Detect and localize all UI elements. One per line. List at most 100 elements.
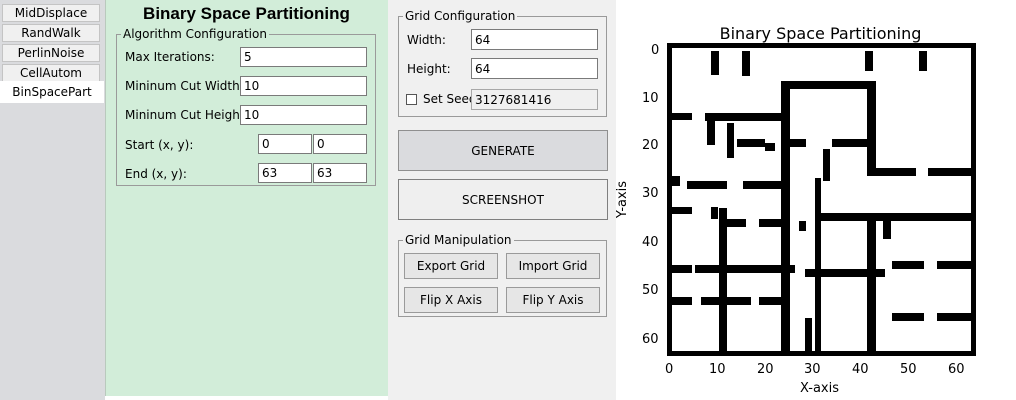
start-x-value: 0 [262, 137, 270, 151]
wall [737, 139, 765, 147]
flip-y-label: Flip Y Axis [522, 293, 584, 307]
wall [719, 219, 746, 227]
wall [742, 51, 750, 76]
min-cut-height-value: 10 [244, 108, 260, 122]
screenshot-button[interactable]: SCREENSHOT [398, 179, 608, 220]
wall [919, 51, 927, 71]
min-cut-width-input[interactable]: 10 [240, 76, 367, 96]
y-tick-label: 20 [642, 138, 659, 153]
wall [867, 81, 876, 176]
tab-label: PerlinNoise [17, 46, 85, 60]
wall [781, 81, 790, 356]
generate-button[interactable]: GENERATE [398, 130, 608, 171]
wall-border-bottom [667, 351, 976, 356]
flip-y-button[interactable]: Flip Y Axis [506, 287, 600, 313]
end-y-input[interactable]: 63 [313, 163, 367, 183]
tab-label: BinSpacePart [12, 85, 92, 99]
grid-config-label: Grid Configuration [403, 9, 518, 23]
flip-x-button[interactable]: Flip X Axis [404, 287, 498, 313]
wall [815, 178, 821, 356]
tab-middisplace[interactable]: MidDisplace [2, 4, 100, 22]
wall [805, 269, 885, 277]
x-tick-label: 10 [709, 362, 726, 377]
y-tick-label: 60 [642, 332, 659, 347]
set-seed-checkbox[interactable] [406, 94, 417, 105]
seed-value: 3127681416 [475, 92, 552, 107]
wall [743, 181, 781, 189]
tab-label: RandWalk [21, 26, 81, 40]
export-grid-label: Export Grid [416, 259, 486, 273]
wall [759, 219, 781, 227]
height-label: Height: [407, 62, 451, 76]
wall [937, 313, 971, 321]
y-tick-label: 40 [642, 235, 659, 250]
flip-x-label: Flip X Axis [420, 293, 482, 307]
set-seed-label: Set Seed [423, 92, 477, 106]
wall-border-top [667, 43, 976, 48]
y-axis-label: Y-axis [615, 180, 631, 219]
wall [719, 208, 727, 356]
wall [823, 149, 830, 181]
start-y-value: 0 [317, 137, 325, 151]
grid-height-input[interactable]: 64 [471, 58, 598, 79]
algorithm-config-label: Algorithm Configuration [121, 27, 269, 41]
min-cut-height-label: Mininum Cut Height: [125, 108, 249, 122]
wall [672, 176, 680, 186]
grid-manipulation-label: Grid Manipulation [403, 233, 514, 247]
tab-cellautom[interactable]: CellAutom [2, 64, 100, 82]
wall [727, 123, 734, 158]
grid-background [667, 43, 976, 356]
y-tick-label: 10 [642, 91, 659, 106]
y-tick-label: 30 [642, 186, 659, 201]
panel-bottom-strip [105, 396, 388, 400]
wall [672, 113, 692, 120]
x-axis-label: X-axis [800, 381, 839, 396]
import-grid-button[interactable]: Import Grid [506, 253, 600, 279]
wall [672, 297, 692, 305]
x-tick-label: 60 [948, 362, 965, 377]
wall [711, 207, 718, 219]
wall [883, 221, 891, 239]
grid-width-input[interactable]: 64 [471, 29, 598, 50]
wall [672, 207, 692, 214]
y-tick-label: 50 [642, 283, 659, 298]
wall [759, 297, 781, 305]
max-iterations-input[interactable]: 5 [240, 47, 367, 67]
max-iterations-value: 5 [244, 50, 252, 64]
y-tick-label: 0 [651, 43, 660, 58]
wall [707, 113, 715, 145]
min-cut-width-label: Mininum Cut Width: [125, 79, 244, 93]
seed-input[interactable]: 3127681416 [471, 89, 598, 110]
tab-label: MidDisplace [14, 6, 88, 20]
tab-randwalk[interactable]: RandWalk [2, 24, 100, 42]
bsp-grid-image [667, 43, 976, 356]
tab-label: CellAutom [20, 66, 82, 80]
wall [672, 265, 692, 273]
wall [687, 181, 727, 189]
tab-perlinnoise[interactable]: PerlinNoise [2, 44, 100, 62]
import-grid-label: Import Grid [518, 259, 588, 273]
grid-width-value: 64 [475, 32, 491, 47]
export-grid-button[interactable]: Export Grid [404, 253, 498, 279]
end-x-value: 63 [262, 166, 278, 180]
wall [799, 221, 806, 231]
wall [705, 113, 783, 121]
tab-binspacepart[interactable]: BinSpacePart [0, 81, 104, 103]
wall [790, 81, 832, 89]
wall [821, 213, 971, 221]
wall [937, 261, 971, 269]
generate-label: GENERATE [471, 143, 535, 158]
start-label: Start (x, y): [125, 138, 194, 152]
start-y-input[interactable]: 0 [313, 134, 367, 154]
max-iterations-label: Max Iterations: [125, 50, 215, 64]
x-tick-label: 40 [852, 362, 869, 377]
wall [865, 51, 873, 71]
min-cut-height-input[interactable]: 10 [240, 105, 367, 125]
end-x-input[interactable]: 63 [258, 163, 312, 183]
wall-border-right [971, 43, 976, 356]
wall [711, 51, 719, 75]
end-y-value: 63 [317, 166, 333, 180]
start-x-input[interactable]: 0 [258, 134, 312, 154]
min-cut-width-value: 10 [244, 79, 260, 93]
wall [876, 168, 916, 176]
